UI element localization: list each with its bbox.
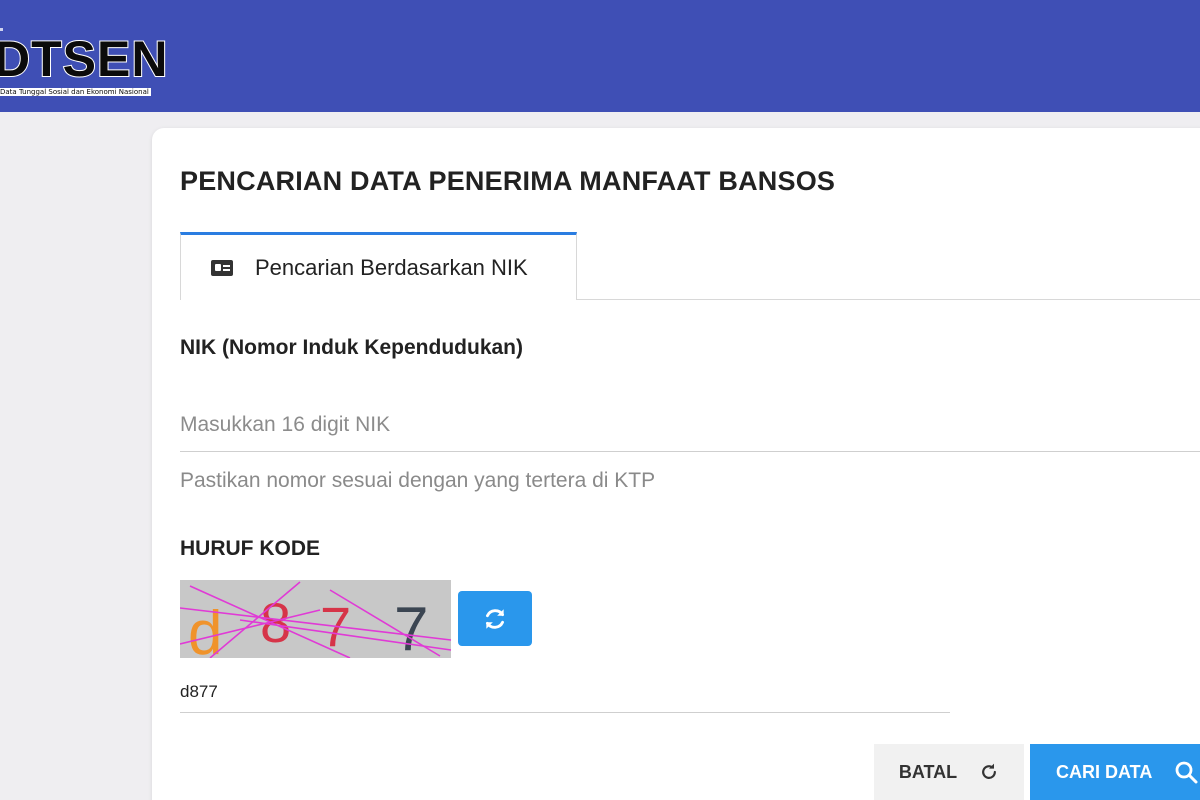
tab-label: Pencarian Berdasarkan NIK xyxy=(255,254,528,280)
captcha-char: 8 xyxy=(260,591,291,654)
search-data-button[interactable]: CARI DATA xyxy=(1030,744,1200,800)
cancel-button[interactable]: BATAL xyxy=(874,744,1024,800)
search-card: PENCARIAN DATA PENERIMA MANFAAT BANSOS P… xyxy=(152,128,1200,800)
search-icon xyxy=(1175,761,1198,784)
dtsen-logo[interactable]: DTSEN Data Tunggal Sosial dan Ekonomi Na… xyxy=(0,28,170,100)
captcha-image: d 8 7 7 xyxy=(180,580,451,658)
nik-label: NIK (Nomor Induk Kependudukan) xyxy=(180,336,523,359)
captcha-char: 7 xyxy=(394,595,428,658)
captcha-refresh-button[interactable] xyxy=(458,591,532,646)
reset-icon xyxy=(982,763,997,779)
logo-wordmark: DTSEN xyxy=(0,31,169,87)
tab-search-by-nik[interactable]: Pencarian Berdasarkan NIK xyxy=(180,232,577,300)
nik-helper-text: Pastikan nomor sesuai dengan yang terter… xyxy=(180,469,656,492)
page-title: PENCARIAN DATA PENERIMA MANFAAT BANSOS xyxy=(180,166,836,196)
refresh-icon xyxy=(486,608,504,629)
top-header-bar: DTSEN Data Tunggal Sosial dan Ekonomi Na… xyxy=(0,0,1200,112)
search-button-label: CARI DATA xyxy=(1056,761,1153,782)
captcha-char: d xyxy=(188,599,222,658)
captcha-code-input[interactable] xyxy=(180,671,950,713)
cancel-button-label: BATAL xyxy=(898,761,958,782)
nik-input[interactable] xyxy=(180,398,1200,452)
captcha-label: HURUF KODE xyxy=(180,537,320,560)
id-card-icon xyxy=(211,259,233,276)
logo-tagline: Data Tunggal Sosial dan Ekonomi Nasional xyxy=(0,88,151,96)
captcha-graphic: d 8 7 7 xyxy=(180,581,451,658)
